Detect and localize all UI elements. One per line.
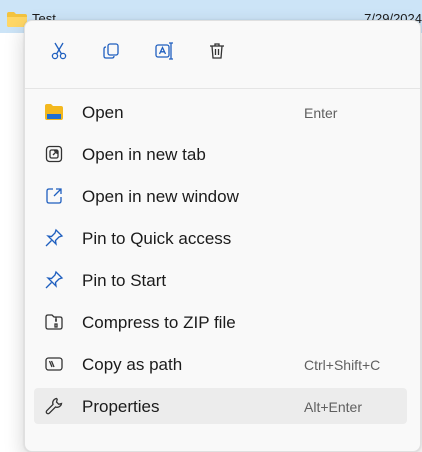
menu-item-shortcut: Alt+Enter	[304, 399, 362, 415]
wrench-icon	[44, 396, 64, 416]
rename-icon	[154, 41, 176, 66]
menu-item-label: Compress to ZIP file	[82, 313, 236, 332]
cut-button[interactable]	[43, 37, 75, 69]
new-tab-icon	[44, 144, 64, 164]
menu-separator	[25, 88, 420, 89]
menu-item-shortcut: Enter	[304, 105, 338, 121]
pin-icon	[44, 270, 64, 290]
menu-item-copy-as-path[interactable]: Copy as path Ctrl+Shift+C	[34, 346, 407, 382]
pin-icon	[44, 228, 64, 248]
cut-icon	[49, 41, 69, 66]
copy-icon	[101, 41, 121, 66]
menu-item-pin-to-start[interactable]: Pin to Start	[34, 262, 407, 298]
menu-item-properties[interactable]: Properties Alt+Enter	[34, 388, 407, 424]
delete-button[interactable]	[201, 37, 233, 69]
menu-item-label: Properties	[82, 397, 160, 416]
copy-button[interactable]	[95, 37, 127, 69]
menu-item-open-in-new-window[interactable]: Open in new window	[34, 178, 407, 214]
rename-button[interactable]	[149, 37, 181, 69]
menu-item-label: Open in new window	[82, 187, 239, 206]
menu-item-shortcut: Ctrl+Shift+C	[304, 357, 381, 373]
context-menu-toolbar	[25, 21, 420, 81]
zip-icon	[44, 312, 64, 332]
copy-path-icon	[44, 354, 64, 374]
menu-item-pin-to-quick-access[interactable]: Pin to Quick access	[34, 220, 407, 256]
menu-item-label: Copy as path	[82, 355, 183, 374]
menu-item-compress-to-zip[interactable]: Compress to ZIP file	[34, 304, 407, 340]
menu-item-open[interactable]: Open Enter	[34, 94, 407, 130]
menu-item-open-in-new-tab[interactable]: Open in new tab	[34, 136, 407, 172]
menu-item-label: Open	[82, 103, 124, 122]
menu-item-label: Pin to Quick access	[82, 229, 232, 248]
new-window-icon	[44, 186, 64, 206]
menu-item-label: Open in new tab	[82, 145, 206, 164]
context-menu: Open Enter Open in new tab Open in new w…	[24, 20, 421, 452]
menu-item-label: Pin to Start	[82, 271, 167, 290]
delete-icon	[207, 41, 227, 66]
folder-open-icon	[44, 102, 64, 122]
